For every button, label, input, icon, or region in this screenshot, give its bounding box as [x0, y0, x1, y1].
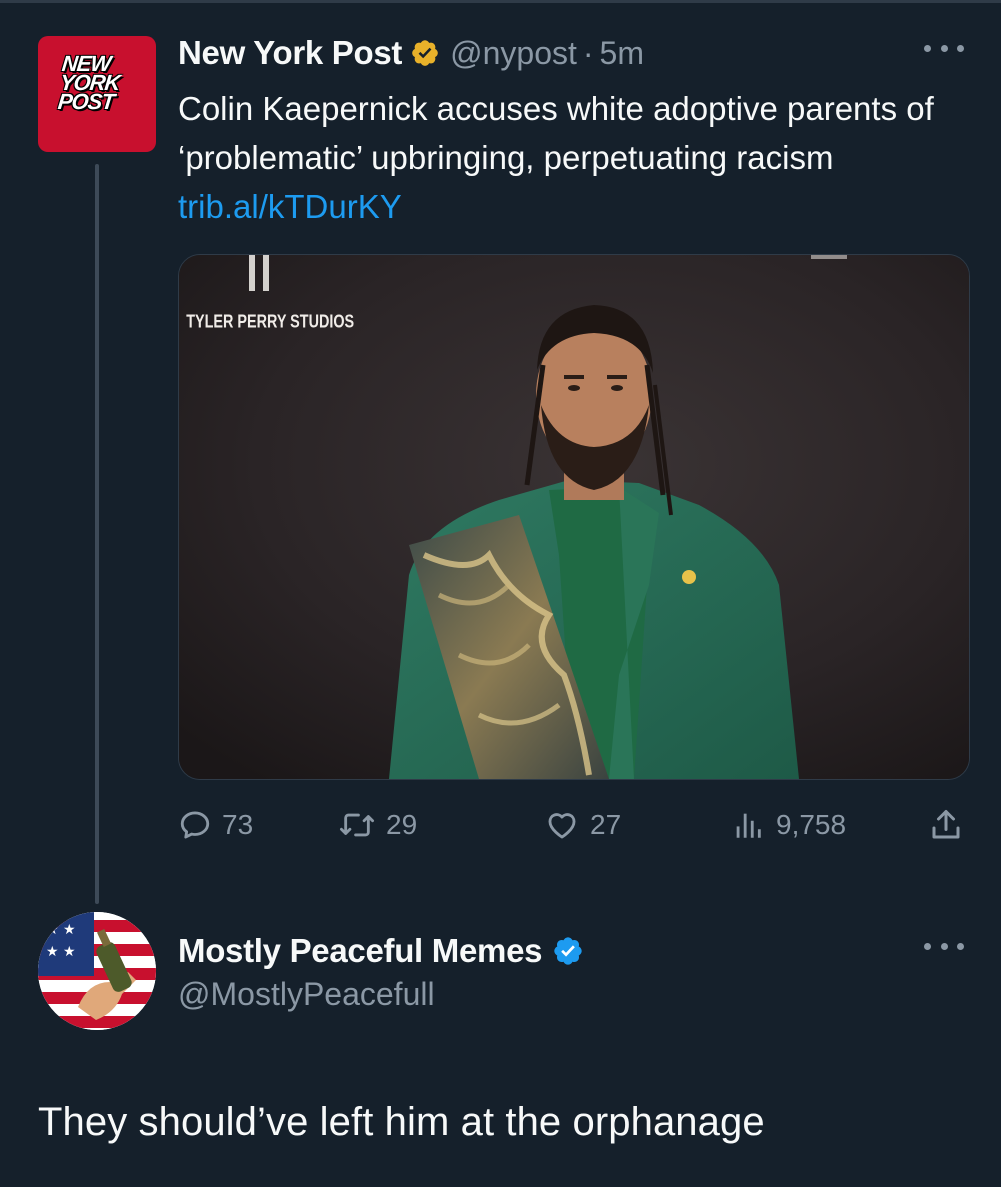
author-handle[interactable]: @MostlyPeacefull	[178, 976, 435, 1013]
share-button[interactable]	[928, 800, 974, 850]
like-count: 27	[590, 809, 622, 840]
svg-text:★ ★: ★ ★	[46, 944, 76, 960]
like-button[interactable]: 27	[544, 800, 621, 850]
thread-connector-line	[95, 164, 99, 904]
photo-image: TYLER PERRY STUDIOS	[179, 255, 969, 779]
author-name[interactable]: Mostly Peaceful Memes	[178, 932, 542, 970]
nypost-logo: NEW YORK POST	[56, 51, 143, 114]
top-divider	[0, 0, 1001, 3]
svg-text:★ ★: ★ ★	[46, 922, 76, 938]
views-bar-chart-icon	[736, 813, 761, 838]
separator-dot: ·	[582, 34, 594, 71]
more-options-icon[interactable]	[924, 938, 964, 954]
retweet-button[interactable]: 29	[338, 800, 417, 850]
more-options-icon[interactable]	[924, 40, 964, 56]
author-handle[interactable]: @nypost	[450, 35, 577, 72]
retweet-count: 29	[386, 809, 418, 840]
reply-count: 73	[222, 809, 254, 840]
timeline: NEW YORK POST New York Post @nypost · 5m…	[0, 0, 1001, 1187]
heart-icon	[548, 813, 576, 839]
flag-bottle-avatar-image: ★ ★ ★ ★	[38, 912, 156, 1030]
share-icon	[932, 810, 960, 839]
tweet2-header: Mostly Peaceful Memes	[178, 928, 584, 974]
retweet-icon	[339, 813, 374, 837]
reply-button[interactable]: 73	[178, 800, 253, 850]
views-count: 9,758	[776, 809, 847, 840]
tweet-action-bar: 73 29 27 9,758	[178, 800, 968, 850]
views-button[interactable]: 9,758	[730, 800, 846, 850]
logo-word-post: POST	[56, 89, 116, 114]
blue-verified-icon	[554, 937, 582, 965]
tweet2-text: They should’ve left him at the orphanage	[38, 1100, 765, 1144]
gold-verified-icon	[412, 40, 438, 66]
reply-icon	[180, 811, 210, 839]
tweet-timestamp[interactable]: 5m	[600, 35, 644, 72]
author-name[interactable]: New York Post	[178, 34, 402, 72]
mostlypeaceful-avatar[interactable]: ★ ★ ★ ★	[38, 912, 156, 1030]
tweet-text: Colin Kaepernick accuses white adoptive …	[178, 90, 934, 176]
tweet1-body: Colin Kaepernick accuses white adoptive …	[178, 84, 978, 231]
nypost-avatar[interactable]: NEW YORK POST	[38, 36, 156, 152]
tweet-link[interactable]: trib.al/kTDurKY	[178, 188, 402, 225]
backdrop-text: TYLER PERRY STUDIOS	[186, 311, 354, 332]
tweet-media-photo[interactable]: TYLER PERRY STUDIOS	[178, 254, 970, 780]
tweet1-header: New York Post @nypost · 5m	[178, 30, 644, 76]
